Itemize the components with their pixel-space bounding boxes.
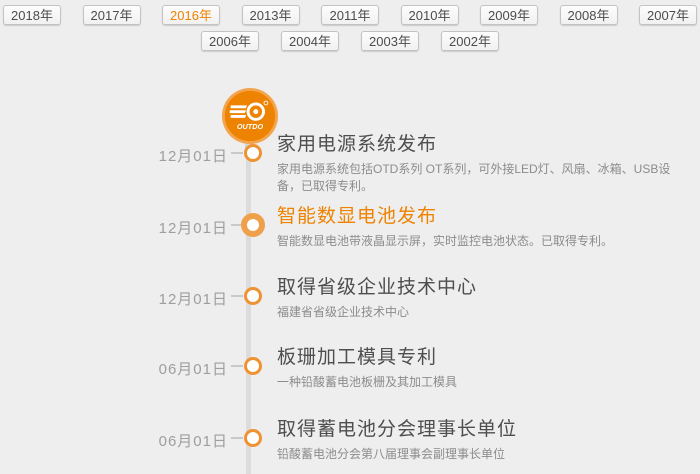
entry-content: 取得蓄电池分会理事长单位铅酸蓄电池分会第八届理事会副理事长单位 xyxy=(277,419,690,462)
entry-content: 取得省级企业技术中心福建省省级企业技术中心 xyxy=(277,277,690,320)
entry-date: 12月01日 xyxy=(158,148,228,165)
entry-description: 福建省省级企业技术中心 xyxy=(277,305,410,319)
entry-description: 家用电源系统包括OTD系列 OT系列，可外接LED灯、风扇、冰箱、USB设备，已… xyxy=(277,162,671,193)
entry-title[interactable]: 取得蓄电池分会理事长单位 xyxy=(277,419,690,440)
timeline-dot-icon xyxy=(244,287,262,305)
timeline-dot-icon xyxy=(241,213,265,237)
logo-brand-text: OUTDO xyxy=(237,122,264,131)
timeline: OUTDO 12月01日 家用电源系统发布家用电源系统包括OTD系列 OT系列，可… xyxy=(0,0,700,474)
entry-title[interactable]: 板珊加工模具专利 xyxy=(277,347,690,368)
milestone-page: 2018年 2017年 2016年 2013年 2011年 2010年 2009年 2008年… xyxy=(0,0,700,474)
entry-title[interactable]: 取得省级企业技术中心 xyxy=(277,277,690,298)
entry-description: 铅酸蓄电池分会第八届理事会副理事长单位 xyxy=(277,447,506,461)
timeline-entry: 06月01日 取得蓄电池分会理事长单位铅酸蓄电池分会第八届理事会副理事长单位 xyxy=(0,419,700,474)
entry-content: 智能数显电池发布智能数显电池带液晶显示屏，实时监控电池状态。已取得专利。 xyxy=(277,206,690,249)
entry-content: 板珊加工模具专利一种铅酸蓄电池板栅及其加工模具 xyxy=(277,347,690,390)
timeline-dot-icon xyxy=(244,357,262,375)
dash-connector-icon xyxy=(231,152,243,154)
timeline-dot-icon xyxy=(244,429,262,447)
entry-date: 06月01日 xyxy=(158,433,228,450)
timeline-entry: 06月01日 板珊加工模具专利一种铅酸蓄电池板栅及其加工模具 xyxy=(0,347,700,417)
timeline-dot-icon xyxy=(244,144,262,162)
entry-date: 06月01日 xyxy=(158,361,228,378)
entry-date: 12月01日 xyxy=(158,220,228,237)
entry-date: 12月01日 xyxy=(158,291,228,308)
dash-connector-icon xyxy=(231,437,243,439)
dash-connector-icon xyxy=(231,365,243,367)
timeline-entry: 12月01日 智能数显电池发布智能数显电池带液晶显示屏，实时监控电池状态。已取得专… xyxy=(0,206,700,276)
entry-description: 一种铅酸蓄电池板栅及其加工模具 xyxy=(277,375,458,389)
dash-connector-icon xyxy=(231,295,243,297)
timeline-entry: 12月01日 取得省级企业技术中心福建省省级企业技术中心 xyxy=(0,277,700,347)
entry-content: 家用电源系统发布家用电源系统包括OTD系列 OT系列，可外接LED灯、风扇、冰箱… xyxy=(277,134,690,194)
entry-title[interactable]: 家用电源系统发布 xyxy=(277,134,690,155)
timeline-entry: 12月01日 家用电源系统发布家用电源系统包括OTD系列 OT系列，可外接LED灯… xyxy=(0,134,700,204)
entry-description: 智能数显电池带液晶显示屏，实时监控电池状态。已取得专利。 xyxy=(277,234,614,248)
entry-title[interactable]: 智能数显电池发布 xyxy=(277,206,690,227)
